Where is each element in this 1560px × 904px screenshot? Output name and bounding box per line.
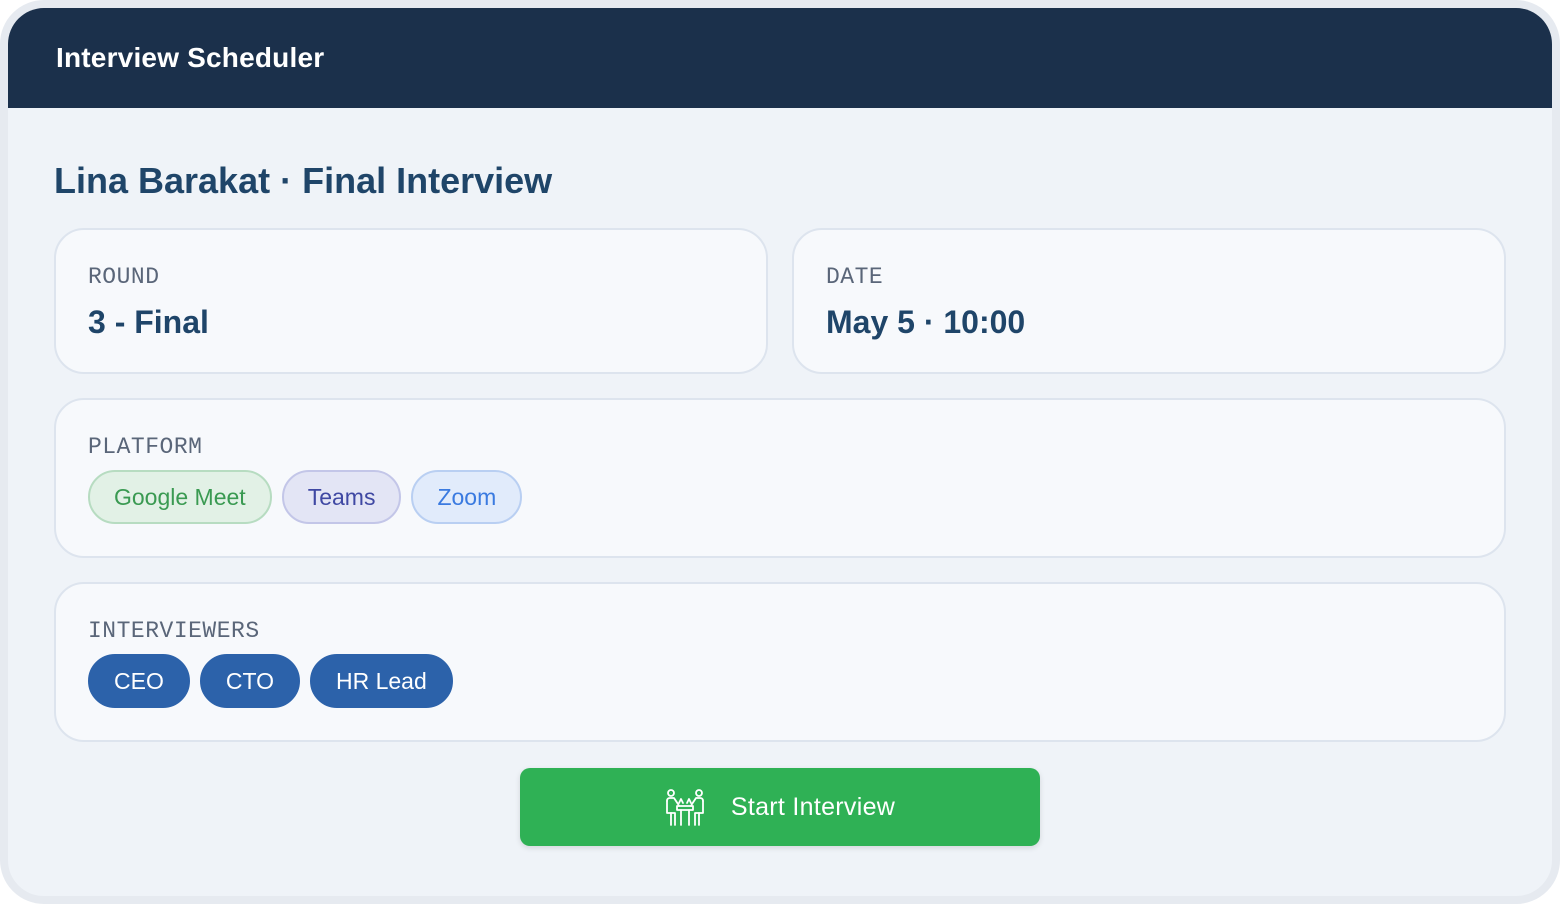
app-title: Interview Scheduler	[56, 42, 325, 73]
app-window: Interview Scheduler Lina Barakat · Final…	[0, 0, 1560, 904]
interviewer-chip-cto[interactable]: CTO	[199, 654, 300, 708]
interviewers-label: INTERVIEWERS	[88, 618, 260, 644]
round-label: ROUND	[88, 264, 160, 290]
platform-label: PLATFORM	[88, 434, 203, 460]
platform-card: PLATFORM Google Meet Teams Zoom	[54, 398, 1506, 558]
start-interview-label: Start Interview	[730, 792, 896, 821]
platform-option-teams[interactable]: Teams	[281, 470, 402, 524]
main-content: Lina Barakat · Final Interview ROUND 3 -…	[8, 108, 1552, 846]
interview-meeting-icon	[665, 789, 704, 826]
interviewers-card: INTERVIEWERS CEO CTO HR Lead	[54, 582, 1506, 742]
app-header: Interview Scheduler	[8, 8, 1552, 108]
start-interview-button[interactable]: Start Interview	[520, 768, 1040, 846]
interviewer-chip-ceo[interactable]: CEO	[88, 654, 190, 708]
interviewer-chip-hr-lead[interactable]: HR Lead	[309, 654, 453, 708]
platform-options: Google Meet Teams Zoom	[88, 470, 1472, 524]
date-card: DATE May 5 · 10:00	[792, 228, 1506, 374]
interviewer-list: CEO CTO HR Lead	[88, 654, 1472, 708]
date-label: DATE	[826, 264, 884, 290]
round-value: 3 - Final	[88, 304, 209, 340]
round-card: ROUND 3 - Final	[54, 228, 768, 374]
summary-row: ROUND 3 - Final DATE May 5 · 10:00	[54, 228, 1506, 374]
platform-option-google-meet[interactable]: Google Meet	[88, 470, 272, 524]
actions-bar: Start Interview	[54, 768, 1506, 846]
platform-option-zoom[interactable]: Zoom	[411, 470, 523, 524]
date-value: May 5 · 10:00	[826, 304, 1026, 340]
page-title: Lina Barakat · Final Interview	[54, 160, 553, 201]
